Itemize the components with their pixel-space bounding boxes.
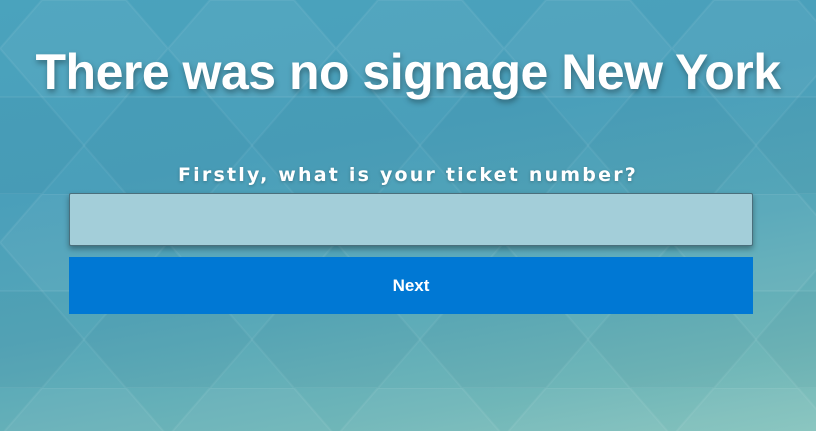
page-title: There was no signage New York [35, 44, 782, 100]
ticket-number-input[interactable] [69, 193, 753, 246]
page-content: There was no signage New York Firstly, w… [0, 0, 816, 431]
next-button[interactable]: Next [69, 257, 753, 314]
ticket-question-label: Firstly, what is your ticket number? [178, 164, 638, 186]
